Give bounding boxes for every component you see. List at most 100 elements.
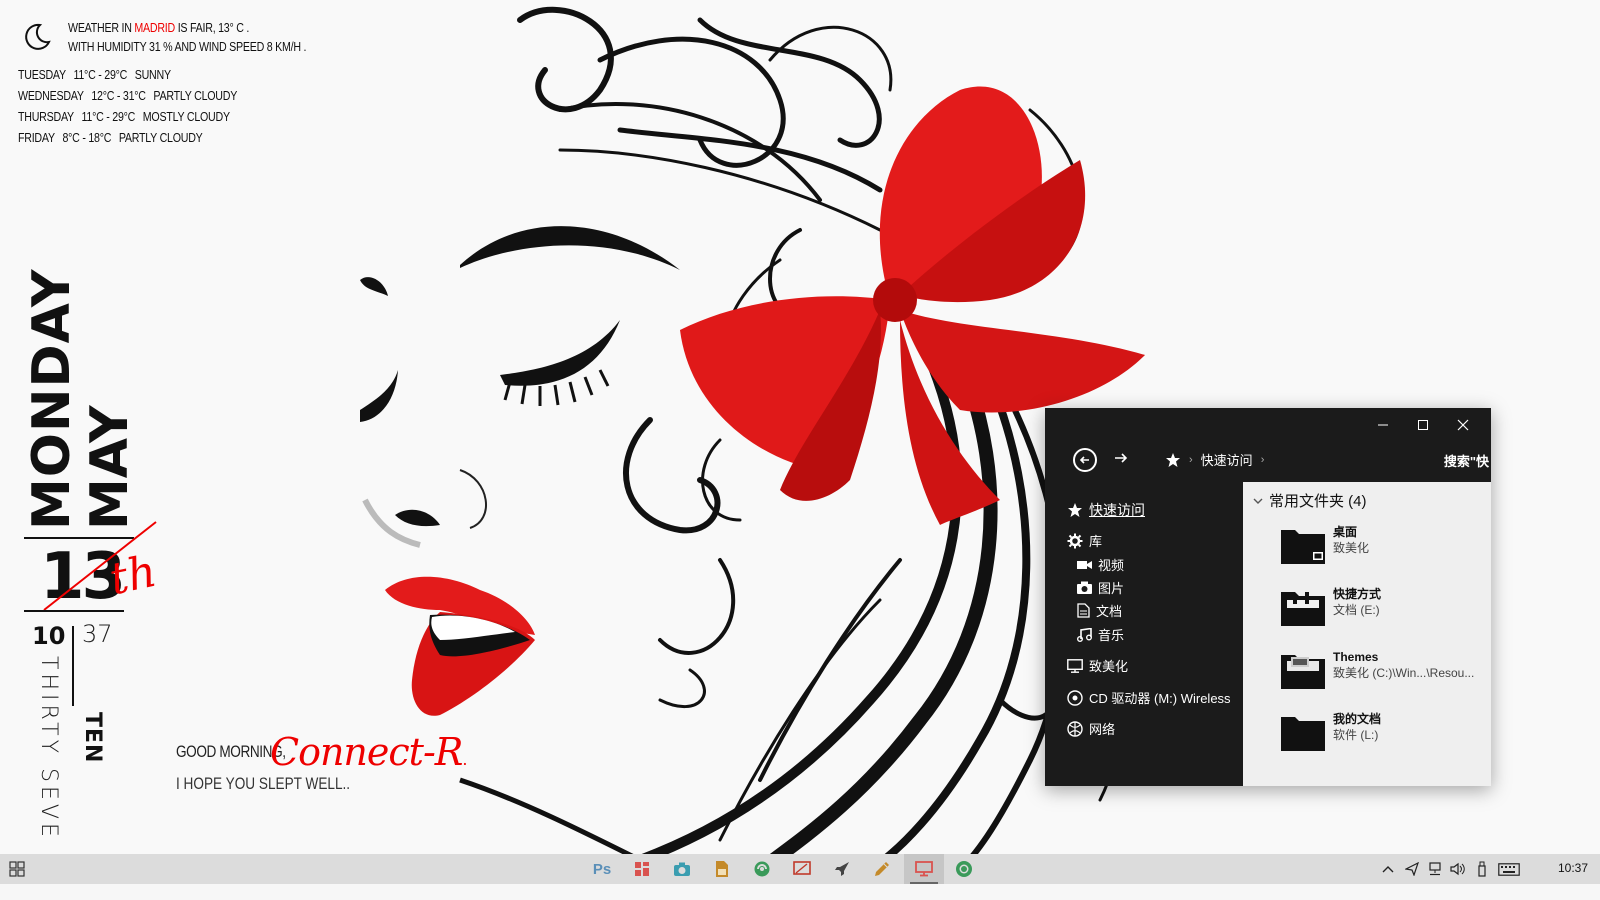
folder-location: 致美化 (C:)\Win...\Resou... [1333, 666, 1475, 680]
nav-label: 库 [1089, 534, 1103, 549]
maximize-button[interactable] [1412, 414, 1434, 436]
group-header-label: 常用文件夹 (4) [1269, 493, 1367, 510]
taskbar-app-tiles[interactable] [622, 854, 662, 884]
nav-label: 网络 [1089, 722, 1116, 737]
camera-icon [674, 862, 690, 876]
music-icon [1077, 627, 1092, 642]
folder-documents-icon [1279, 711, 1327, 753]
file-explorer-window[interactable]: › 快速访问 › 搜索"快 快速访问 库 视频 图片 文档 音乐 致美化 CD … [1045, 408, 1491, 786]
pen-icon [875, 862, 889, 876]
nav-library[interactable]: 库 [1067, 531, 1102, 550]
close-button[interactable] [1452, 414, 1474, 436]
title-bar[interactable] [1045, 408, 1491, 442]
forecast-day: Wednesday [18, 88, 84, 103]
folder-title: 快捷方式 [1333, 587, 1382, 601]
navigation-pane: 快速访问 库 视频 图片 文档 音乐 致美化 CD 驱动器 (M:) Wirel… [1045, 482, 1243, 786]
taskbar-app-chrome[interactable] [944, 854, 984, 884]
nav-pictures[interactable]: 图片 [1077, 578, 1124, 597]
minimize-button[interactable] [1372, 414, 1394, 436]
taskbar-clock[interactable]: 10:37 [1558, 861, 1588, 875]
folder-desktop-icon [1279, 524, 1327, 566]
nav-music[interactable]: 音乐 [1077, 625, 1124, 644]
taskbar-app-rocket[interactable] [822, 854, 862, 884]
chevron-right-icon[interactable]: › [1261, 454, 1265, 466]
folder-shortcuts-icon [1279, 586, 1327, 628]
video-camera-icon [1077, 560, 1092, 569]
tray-usb[interactable] [1471, 854, 1493, 884]
breadcrumb-item[interactable]: 快速访问 [1201, 450, 1253, 469]
send-icon [1405, 862, 1419, 876]
taskbar-app-camera[interactable] [662, 854, 702, 884]
forecast-condition: Partly Cloudy [153, 88, 238, 103]
folder-title: Themes [1333, 650, 1379, 664]
taskbar-app-files[interactable] [702, 854, 742, 884]
taskbar-app-pen[interactable] [862, 854, 902, 884]
folder-tile[interactable]: 我的文档 软件 (L:) [1279, 711, 1381, 753]
tray-network[interactable] [1424, 854, 1446, 884]
taskbar-app-screen[interactable] [782, 854, 822, 884]
taskbar-app-desktop[interactable] [904, 854, 944, 884]
nav-label: 音乐 [1098, 628, 1125, 643]
chevron-up-icon [1382, 866, 1394, 873]
greeting-widget: Good morning, Connect-R. I hope you slep… [176, 730, 476, 794]
folder-themes-icon [1279, 649, 1327, 691]
camera-icon [1077, 581, 1092, 594]
tray-send[interactable] [1401, 854, 1423, 884]
chevron-down-icon [1253, 498, 1263, 504]
recycle-icon [754, 861, 770, 877]
forecast-day: Thursday [18, 109, 74, 124]
taskbar-app-recycle[interactable] [742, 854, 782, 884]
nav-this-pc[interactable]: 致美化 [1067, 656, 1128, 675]
start-icon [9, 861, 25, 877]
tray-keyboard[interactable] [1496, 854, 1522, 884]
forecast-condition: Partly Cloudy [118, 130, 203, 145]
nav-label: 快速访问 [1089, 502, 1145, 518]
nav-quick-access[interactable]: 快速访问 [1067, 500, 1145, 520]
tiles-icon [635, 862, 649, 876]
folder-tile[interactable]: Themes 致美化 (C:)\Win...\Resou... [1279, 649, 1474, 691]
network-icon [1429, 862, 1441, 876]
nav-documents[interactable]: 文档 [1077, 601, 1122, 620]
tray-volume[interactable] [1447, 854, 1469, 884]
group-header[interactable]: 常用文件夹 (4) [1253, 490, 1367, 511]
forward-button[interactable] [1113, 450, 1129, 471]
folder-location: 致美化 [1333, 541, 1370, 555]
taskbar-app-photoshop[interactable]: Ps [582, 854, 622, 884]
weather-details: with humidity 31 % and wind speed 8 km/h… [68, 39, 307, 54]
forecast-row: Wednesday 12°C - 31°C Partly Cloudy [18, 85, 280, 106]
forecast-row: Thursday 11°C - 29°C Mostly Cloudy [18, 106, 280, 127]
nav-videos[interactable]: 视频 [1077, 555, 1124, 574]
folder-tile[interactable]: 快捷方式 文档 (E:) [1279, 586, 1381, 628]
document-icon [1077, 603, 1090, 618]
user-name: Connect-R. [270, 730, 468, 774]
close-icon [1457, 419, 1469, 431]
moon-icon [25, 23, 51, 50]
volume-icon [1450, 862, 1465, 876]
nav-cd-drive[interactable]: CD 驱动器 (M:) Wireless [1067, 688, 1231, 707]
keyboard-icon [1498, 862, 1520, 876]
forecast-condition: Mostly Cloudy [142, 109, 230, 124]
start-button[interactable] [0, 854, 34, 884]
weather-forecast: Tuesday 11°C - 29°C Sunny Wednesday 12°C… [18, 64, 280, 148]
maximize-icon [1418, 420, 1428, 430]
search-box[interactable]: 搜索"快 [1444, 451, 1489, 470]
arrow-right-icon [1115, 453, 1128, 463]
nav-label: 文档 [1096, 604, 1123, 619]
content-pane: 常用文件夹 (4) 桌面 致美化 快捷方式 文档 (E:) Themes 致美化… [1243, 482, 1491, 786]
tray-overflow-button[interactable] [1377, 854, 1399, 884]
nav-network[interactable]: 网络 [1067, 719, 1115, 738]
back-button[interactable] [1073, 448, 1097, 472]
forecast-condition: Sunny [134, 67, 171, 82]
rocket-icon [835, 862, 849, 876]
folder-location: 文档 (E:) [1333, 603, 1380, 617]
weather-widget: Weather in Madrid is fair, 13° C . with … [18, 18, 308, 148]
chevron-right-icon: › [1189, 453, 1193, 466]
greeting-subline: I hope you slept well.. [176, 774, 351, 793]
folder-tile[interactable]: 桌面 致美化 [1279, 524, 1369, 566]
forecast-range: 12°C - 31°C [91, 88, 146, 103]
taskbar: Ps 10:37 [0, 854, 1600, 884]
usb-icon [1478, 861, 1486, 877]
breadcrumb[interactable]: › 快速访问 › [1165, 450, 1264, 469]
folder-title: 我的文档 [1333, 712, 1382, 726]
nav-label: 致美化 [1089, 659, 1129, 674]
